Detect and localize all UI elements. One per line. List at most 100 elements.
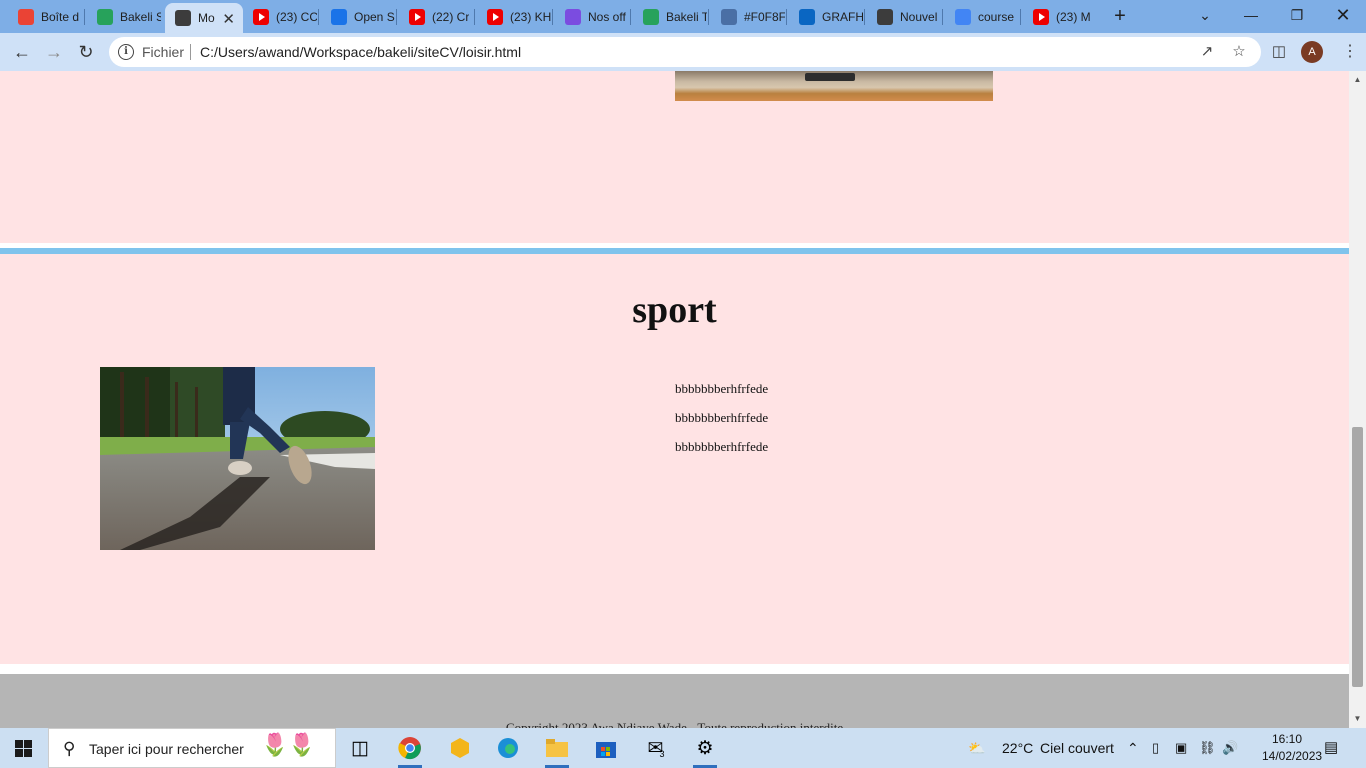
tab-title: course (978, 9, 1015, 24)
notifications-icon[interactable]: ▤ (1324, 728, 1338, 768)
book-image (675, 71, 993, 101)
side-panel-icon[interactable]: ◫ (1269, 42, 1289, 62)
clock-time: 16:10 (1271, 732, 1303, 746)
tab-title: Boîte d (41, 9, 80, 24)
section-divider (0, 248, 1349, 254)
browser-tab[interactable]: Boîte d (8, 4, 82, 29)
share-icon[interactable]: ↗ (1197, 42, 1217, 62)
chrome-taskbar-icon[interactable] (390, 732, 430, 768)
globe-icon (877, 8, 893, 25)
file-explorer-icon[interactable] (537, 732, 577, 768)
youtube-icon (487, 8, 503, 25)
scroll-up-arrow-icon[interactable]: ▲ (1349, 73, 1366, 87)
address-divider (190, 44, 191, 60)
flowers-decoration-icon: 🌷🌷 (261, 732, 316, 757)
browser-tab[interactable]: course (945, 4, 1019, 29)
weather-temperature[interactable]: 22°C (1002, 728, 1033, 768)
browser-tab[interactable]: Open S (321, 4, 395, 29)
tab-separator (630, 9, 631, 25)
browser-tab[interactable]: GRAFH (789, 4, 863, 29)
tab-title: (22) Cr (432, 9, 470, 24)
scroll-down-arrow-icon[interactable]: ▼ (1349, 712, 1366, 726)
security-icon[interactable]: ▣ (1175, 728, 1187, 768)
system-clock[interactable]: 16:10 14/02/2023 (1262, 731, 1322, 765)
tab-strip: Boîte d Bakeli S Mo ✕ (23) CC Open S (22) Cr (2… (0, 0, 1366, 33)
tab-title: (23) CC (276, 9, 317, 24)
youtube-icon (409, 8, 425, 25)
tab-title: Nos off (588, 9, 626, 24)
browser-tab[interactable]: (23) CC (243, 4, 317, 29)
minimize-button[interactable]: — (1228, 0, 1274, 30)
site-info-icon[interactable]: i (118, 44, 134, 60)
weather-condition[interactable]: Ciel couvert (1040, 728, 1114, 768)
windows-taskbar: ⚲ Taper ici pour rechercher 🌷🌷 ◫ ✉ 3 ⚙ ⛅ … (0, 728, 1366, 768)
sport-text-block: bbbbbbberhfrfede bbbbbbberhfrfede bbbbbb… (675, 381, 768, 468)
tab-search-chevron-icon[interactable]: ⌄ (1182, 0, 1228, 30)
browser-tab[interactable]: Bakeli S (87, 4, 161, 29)
tab-separator (318, 9, 319, 25)
close-window-button[interactable]: ✕ (1320, 0, 1366, 30)
windows-start-icon[interactable] (0, 728, 48, 768)
microsoft-store-icon[interactable] (586, 732, 626, 764)
tab-separator (1020, 9, 1021, 25)
show-hidden-icons-chevron-icon[interactable]: ⌃ (1127, 728, 1139, 768)
reload-button[interactable]: ↻ (72, 38, 100, 66)
vertical-scrollbar[interactable]: ▲ ▼ (1349, 71, 1366, 728)
running-photo (100, 367, 375, 550)
tab-close-icon[interactable]: ✕ (222, 10, 235, 28)
tab-separator (474, 9, 475, 25)
mail-icon[interactable]: ✉ 3 (636, 732, 676, 764)
settings-gear-icon[interactable]: ⚙ (685, 732, 725, 768)
browser-tab[interactable]: (22) Cr (399, 4, 473, 29)
url-text[interactable]: C:/Users/awand/Workspace/bakeli/siteCV/l… (200, 44, 521, 60)
tab-separator (396, 9, 397, 25)
bookmark-star-icon[interactable]: ☆ (1229, 42, 1249, 62)
tab-title: GRAFH (822, 9, 863, 24)
browser-tab[interactable]: Nouvel (867, 4, 941, 29)
globe-icon (175, 10, 191, 26)
tab-title: Nouvel (900, 9, 938, 24)
tab-title: Bakeli T (666, 9, 707, 24)
footer-gap (0, 664, 1349, 674)
meet-now-icon[interactable]: ▯ (1152, 728, 1159, 768)
browser-tab[interactable]: (23) KH (477, 4, 551, 29)
tab-separator (864, 9, 865, 25)
browser-tab[interactable]: Nos off (555, 4, 629, 29)
youtube-icon (1033, 8, 1049, 25)
bakeli-icon (97, 8, 113, 25)
browser-tab[interactable]: (23) M (1023, 4, 1097, 29)
forward-button[interactable]: → (40, 38, 68, 66)
browser-tab[interactable]: #F0F8F (711, 4, 785, 29)
new-tab-button[interactable]: + (1109, 5, 1131, 27)
scroll-thumb[interactable] (1352, 427, 1363, 687)
gmail-icon (18, 8, 34, 25)
google-icon (955, 8, 971, 25)
restore-button[interactable]: ❐ (1274, 0, 1320, 30)
tab-title: Bakeli S (120, 9, 161, 24)
search-placeholder: Taper ici pour rechercher (89, 741, 244, 757)
page-footer: Copyright 2023 Awa Ndiaye Wade - Toute r… (0, 674, 1349, 728)
tab-separator (552, 9, 553, 25)
sport-text-line: bbbbbbberhfrfede (675, 439, 769, 454)
sport-text-line: bbbbbbberhfrfede (675, 410, 769, 425)
sport-heading: sport (632, 289, 717, 331)
network-icon[interactable]: ⛓ (1199, 728, 1216, 768)
mail-badge: 3 (659, 749, 665, 759)
address-bar[interactable]: i Fichier C:/Users/awand/Workspace/bakel… (109, 37, 1261, 67)
page-viewport: sport bbbbbbberhfrfede bbbbbbberhfrfede … (0, 71, 1349, 728)
browser-tab[interactable]: Bakeli T (633, 4, 707, 29)
edge-taskbar-icon[interactable] (488, 732, 528, 764)
tab-separator (786, 9, 787, 25)
profile-avatar[interactable]: A (1301, 41, 1323, 63)
browser-toolbar: ← → ↻ i Fichier C:/Users/awand/Workspace… (0, 33, 1366, 71)
task-view-icon[interactable]: ◫ (340, 732, 380, 764)
coin-app-icon[interactable] (440, 732, 480, 764)
back-button[interactable]: ← (8, 38, 36, 66)
weather-cloud-icon[interactable]: ⛅ (968, 728, 985, 768)
tab-title: (23) M (1056, 9, 1091, 24)
volume-icon[interactable]: 🔊 (1222, 728, 1238, 768)
menu-kebab-icon[interactable]: ⋮ (1340, 42, 1360, 62)
scheme-label: Fichier (142, 44, 185, 60)
browser-tab[interactable]: Mo ✕ (165, 3, 243, 33)
taskbar-search-box[interactable]: ⚲ Taper ici pour rechercher 🌷🌷 (48, 728, 336, 768)
